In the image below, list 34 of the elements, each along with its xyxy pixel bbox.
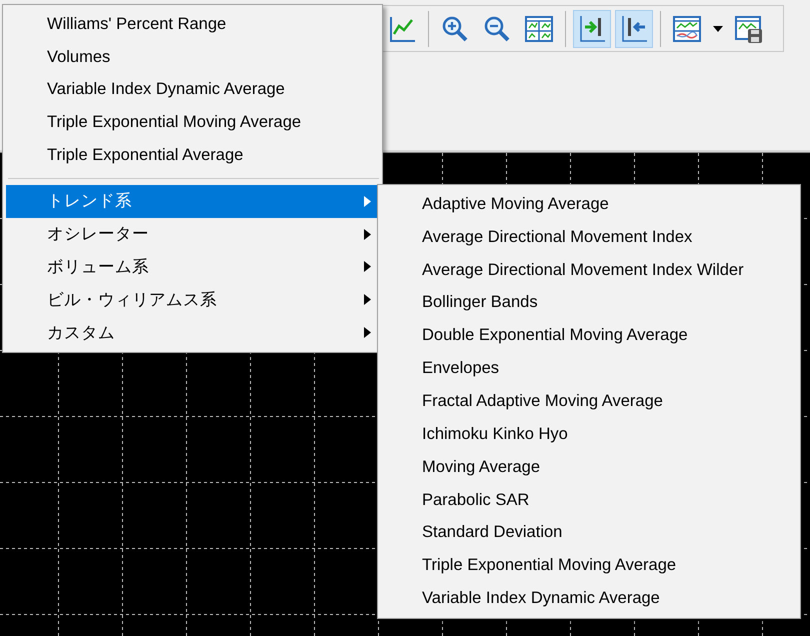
menu-item[interactable]: Triple Exponential Average <box>6 139 379 172</box>
menu-item[interactable]: Adaptive Moving Average <box>381 188 797 221</box>
menu-item[interactable]: オシレーター <box>6 218 379 251</box>
menu-item[interactable]: Triple Exponential Moving Average <box>381 549 797 582</box>
toolbar-button[interactable] <box>573 10 611 48</box>
indicator-chart-icon <box>672 14 702 44</box>
menu-item[interactable]: Variable Index Dynamic Average <box>6 74 379 106</box>
menu-item[interactable]: Ichimoku Kinko Hyo <box>381 418 797 451</box>
menu-item[interactable]: ボリューム系 <box>6 250 379 284</box>
template-save-icon <box>734 14 764 44</box>
menu-item[interactable]: Average Directional Movement Index <box>381 220 797 254</box>
menu-item[interactable]: Volumes <box>6 40 379 74</box>
submenu-arrow-icon <box>364 327 371 338</box>
menu-item[interactable]: トレンド系 <box>6 184 379 218</box>
menu-item[interactable]: Moving Average <box>381 450 797 484</box>
submenu-arrow-icon <box>364 261 371 272</box>
toolbar-button[interactable] <box>615 10 653 48</box>
submenu-arrow-icon <box>364 294 371 306</box>
menu-item[interactable]: Triple Exponential Moving Average <box>6 106 379 140</box>
caret-icon <box>713 26 723 32</box>
menu-item[interactable]: Average Directional Movement Index Wilder <box>381 254 797 287</box>
submenu-arrow-icon <box>364 228 371 240</box>
menu-item[interactable]: Standard Deviation <box>381 516 797 550</box>
menu-item[interactable]: Envelopes <box>381 352 797 386</box>
menu-item[interactable]: ビル・ウィリアムス系 <box>6 283 379 316</box>
menu-item[interactable]: Fractal Adaptive Moving Average <box>381 385 797 418</box>
menu-item[interactable]: Williams' Percent Range <box>6 8 379 41</box>
tile-windows-icon <box>524 14 554 44</box>
menu-item[interactable]: Variable Index Dynamic Average <box>381 582 797 615</box>
menu-item[interactable]: Double Exponential Moving Average <box>381 319 797 352</box>
menu-item[interactable]: Bollinger Bands <box>381 286 797 320</box>
menu-item[interactable]: カスタム <box>6 316 379 349</box>
menu-item[interactable]: Parabolic SAR <box>381 484 797 516</box>
submenu-arrow-icon <box>364 196 371 207</box>
